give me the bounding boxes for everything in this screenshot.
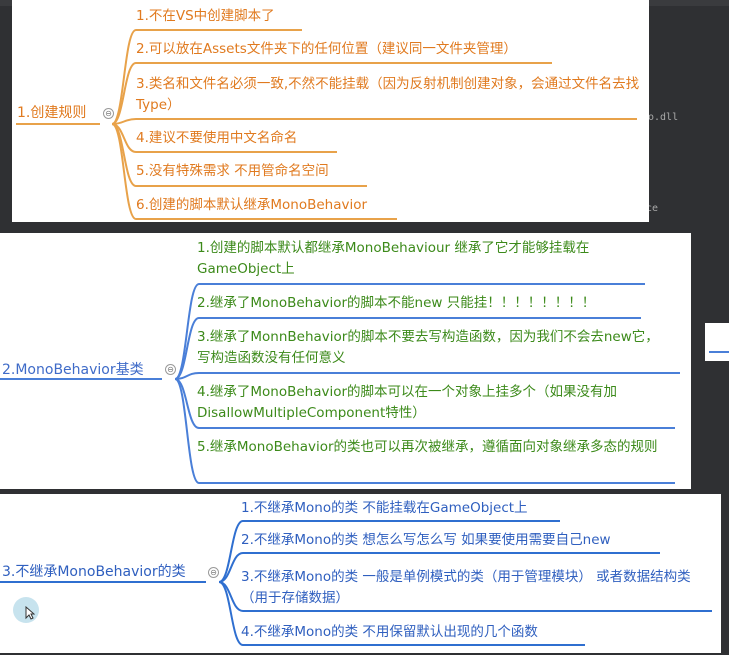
branch-node[interactable]: 3.继承了MonnBehavior的脚本不要去写构造函数，因为我们不会去new它… bbox=[197, 327, 667, 369]
collapse-toggle[interactable]: ⊖ bbox=[165, 364, 176, 375]
branch-node[interactable]: 5.没有特殊需求 不用管命名空间 bbox=[136, 161, 436, 182]
mini-panel bbox=[705, 323, 729, 361]
branch-node[interactable]: 1.创建的脚本默认都继承MonoBehaviour 继承了它才能够挂载在Game… bbox=[197, 238, 667, 280]
mindmap-panel-non-monobehavior: 3.不继承MonoBehavior的类 ⊖ 1.不继承Mono的类 不能挂载在G… bbox=[0, 494, 721, 653]
mouse-pointer-icon bbox=[25, 606, 35, 620]
branch-node[interactable]: 1.不在VS中创建脚本了 bbox=[136, 6, 456, 27]
mindmap-panel-monobehavior-base: 2.MonoBehavior基类 ⊖ 1.创建的脚本默认都继承MonoBehav… bbox=[0, 233, 691, 489]
collapse-toggle[interactable]: ⊖ bbox=[103, 108, 114, 119]
root-node[interactable]: 1.创建规则 bbox=[17, 102, 86, 122]
branch-node[interactable]: 1.不继承Mono的类 不能挂载在GameObject上 bbox=[241, 498, 661, 519]
branch-node[interactable]: 3.类名和文件名必须一致,不然不能挂载（因为反射机制创建对象，会通过文件名去找T… bbox=[136, 74, 641, 116]
branch-node[interactable]: 4.建议不要使用中文名命名 bbox=[136, 128, 436, 149]
branch-node[interactable]: 2.不继承Mono的类 想怎么写怎么写 如果要使用需要自己new bbox=[241, 530, 701, 551]
branch-node[interactable]: 3.不继承Mono的类 一般是单例模式的类（用于管理模块） 或者数据结构类（用于… bbox=[241, 567, 706, 609]
collapse-toggle[interactable]: ⊖ bbox=[208, 567, 219, 578]
branch-node[interactable]: 2.继承了MonoBehavior的脚本不能new 只能挂！！！！！！！！ bbox=[197, 293, 667, 314]
branch-node[interactable]: 4.不继承Mono的类 不用保留默认出现的几个函数 bbox=[241, 622, 661, 643]
mindmap-panel-create-rules: 1.创建规则 ⊖ 1.不在VS中创建脚本了 2.可以放在Assets文件夹下的任… bbox=[12, 0, 649, 222]
dll-label: o.dll bbox=[648, 112, 679, 123]
branch-node[interactable]: 4.继承了MonoBehavior的脚本可以在一个对象上挂多个（如果没有加Dis… bbox=[197, 382, 677, 424]
root-node[interactable]: 3.不继承MonoBehavior的类 bbox=[2, 561, 186, 581]
branch-node[interactable]: 2.可以放在Assets文件夹下的任何位置（建议同一文件夹管理） bbox=[136, 39, 636, 60]
branch-node[interactable]: 5.继承MonoBehavior的类也可以再次被继承，遵循面向对象继承多态的规则 bbox=[197, 437, 667, 458]
branch-node[interactable]: 6.创建的脚本默认继承MonoBehavior bbox=[136, 195, 436, 216]
root-node[interactable]: 2.MonoBehavior基类 bbox=[2, 359, 144, 379]
